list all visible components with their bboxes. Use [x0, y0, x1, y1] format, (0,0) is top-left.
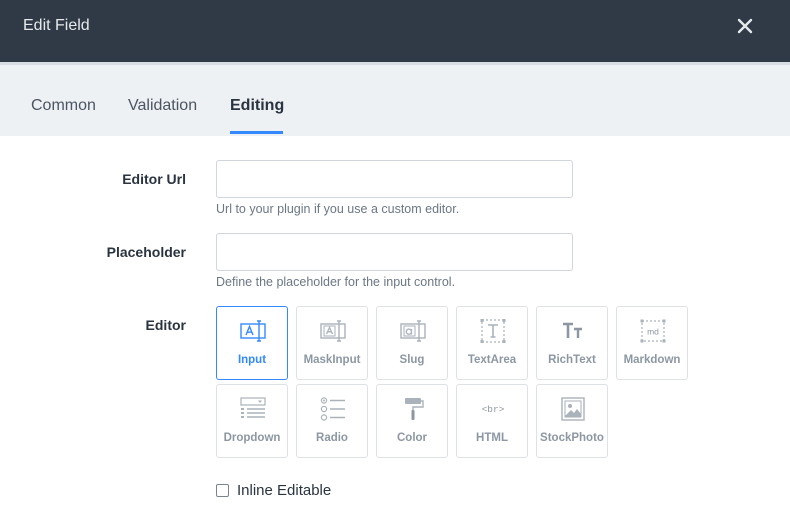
- textarea-icon: [480, 319, 506, 343]
- placeholder-label: Placeholder: [106, 244, 186, 260]
- editor-option-label: Input: [237, 354, 267, 366]
- editor-option-label: Markdown: [623, 354, 681, 366]
- editor-option-label: StockPhoto: [540, 432, 604, 444]
- tab-bar: Common Validation Editing: [0, 62, 790, 136]
- editor-option-dropdown[interactable]: Dropdown: [216, 384, 288, 458]
- editor-option-richtext[interactable]: RichText: [536, 306, 608, 380]
- inline-editable-checkbox[interactable]: [216, 484, 229, 497]
- close-icon[interactable]: [733, 14, 757, 38]
- mask-input-icon: [320, 320, 346, 342]
- input-icon: [240, 320, 266, 342]
- editor-url-label: Editor Url: [122, 171, 186, 187]
- svg-text:<br>: <br>: [482, 404, 505, 415]
- editor-option-markdown[interactable]: md Markdown: [616, 306, 688, 380]
- editor-option-label: HTML: [476, 432, 508, 444]
- editor-option-input[interactable]: Input: [216, 306, 288, 380]
- editor-option-stockphoto[interactable]: StockPhoto: [536, 384, 608, 458]
- editor-option-color[interactable]: Color: [376, 384, 448, 458]
- tab-editing[interactable]: Editing: [230, 97, 284, 115]
- editor-option-label: Slug: [399, 354, 425, 366]
- radio-icon: [320, 397, 345, 421]
- editor-option-label: Color: [396, 432, 428, 444]
- richtext-icon: [563, 322, 582, 338]
- tab-common[interactable]: Common: [31, 97, 96, 115]
- editor-option-label: TextArea: [467, 354, 517, 366]
- tab-validation[interactable]: Validation: [128, 97, 197, 115]
- editor-option-maskinput[interactable]: MaskInput: [296, 306, 368, 380]
- dropdown-icon: [240, 397, 266, 418]
- editor-option-html[interactable]: <br> HTML: [456, 384, 528, 458]
- slug-icon: [400, 320, 426, 342]
- inline-editable-label[interactable]: Inline Editable: [237, 482, 331, 499]
- dialog-header: Edit Field: [0, 0, 790, 62]
- placeholder-input[interactable]: [216, 233, 573, 271]
- editor-option-radio[interactable]: Radio: [296, 384, 368, 458]
- editor-option-label: RichText: [548, 354, 596, 366]
- editor-option-textarea[interactable]: TextArea: [456, 306, 528, 380]
- placeholder-hint: Define the placeholder for the input con…: [216, 275, 456, 289]
- stock-photo-icon: [561, 397, 585, 421]
- editor-option-label: MaskInput: [303, 354, 361, 366]
- editor-option-label: Radio: [316, 432, 348, 444]
- html-icon: <br>: [482, 404, 505, 415]
- svg-text:md: md: [647, 327, 659, 337]
- editor-label: Editor: [145, 317, 186, 333]
- dialog-title: Edit Field: [23, 17, 90, 34]
- editor-option-slug[interactable]: Slug: [376, 306, 448, 380]
- active-tab-indicator: [230, 131, 283, 134]
- markdown-icon: md: [640, 319, 666, 343]
- color-icon: [405, 398, 424, 420]
- editor-url-hint: Url to your plugin if you use a custom e…: [216, 202, 460, 216]
- editor-url-input[interactable]: [216, 160, 573, 198]
- editor-option-label: Dropdown: [223, 432, 281, 444]
